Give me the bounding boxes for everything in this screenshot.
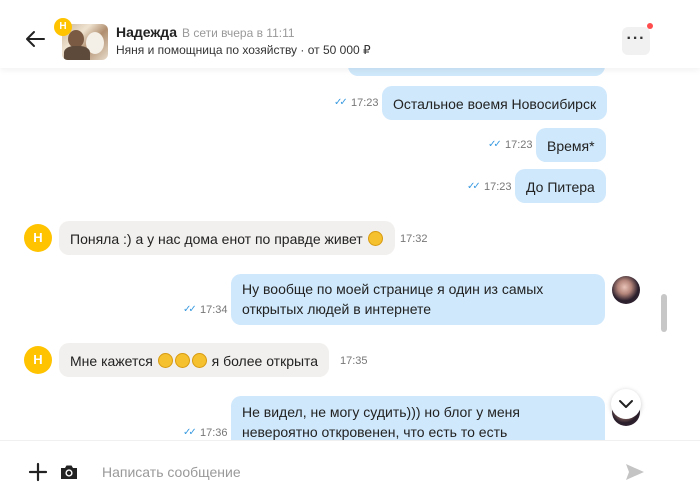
chat-header: Н Надежда В сети вчера в 11:11 Няня и по…: [0, 0, 700, 68]
message-text: Мне кажется: [70, 353, 153, 369]
message-time: 17:34: [200, 304, 228, 316]
read-ticks-icon: ✓✓: [467, 181, 481, 192]
message-bubble-out[interactable]: Не видел, не могу судить))) но блог у ме…: [231, 396, 605, 440]
camera-icon[interactable]: [59, 462, 79, 482]
message-text: До Питера: [526, 179, 595, 195]
scrollbar-thumb[interactable]: [661, 294, 667, 332]
read-ticks-icon: ✓✓: [488, 139, 502, 150]
message-time: 17:36: [200, 427, 228, 439]
message-bubble-in[interactable]: Мне кажется я более открыта: [59, 343, 330, 377]
message-text: Поняла :) а у нас дома енот по правде жи…: [70, 231, 363, 247]
read-ticks-icon: ✓✓: [183, 427, 197, 438]
message-text: Время*: [547, 138, 595, 154]
contact-subtitle: Няня и помощница по хозяйству · от 50 00…: [116, 43, 371, 57]
message-bubble-out-partial: [348, 68, 605, 76]
message-bubble-out[interactable]: Время*: [536, 128, 606, 162]
message-composer: [0, 440, 700, 504]
more-menu-button[interactable]: ···: [622, 27, 650, 55]
message-input[interactable]: [96, 458, 596, 486]
read-ticks-icon: ✓✓: [183, 304, 197, 315]
message-time: 17:23: [351, 97, 379, 109]
message-time: 17:23: [484, 181, 512, 193]
message-bubble-in[interactable]: Поняла :) а у нас дома енот по правде жи…: [59, 221, 395, 255]
contact-avatar[interactable]: Н: [54, 18, 110, 62]
message-text: я более открыта: [211, 353, 319, 369]
rofl-emoji-icon: [367, 231, 383, 246]
send-icon[interactable]: [624, 461, 646, 483]
contact-status: В сети вчера в 11:11: [182, 26, 295, 40]
user-avatar[interactable]: [612, 276, 640, 304]
contact-initial-badge: Н: [54, 18, 72, 36]
message-text: Остальное воемя Новосибирск: [393, 96, 597, 112]
message-bubble-out[interactable]: До Питера: [515, 169, 606, 203]
arrow-left-icon[interactable]: [24, 28, 46, 50]
message-bubble-out[interactable]: Остальное воемя Новосибирск: [382, 86, 608, 120]
contact-initial-avatar[interactable]: Н: [24, 224, 52, 252]
message-time: 17:23: [505, 139, 533, 151]
rofl-emoji-icon: [157, 353, 173, 368]
plus-icon[interactable]: [28, 462, 48, 482]
more-dots-icon: ···: [626, 30, 646, 47]
message-text-line: Не видел, не могу судить))) но блог у ме…: [242, 404, 520, 420]
message-text-line: открытых людей в интернете: [242, 301, 432, 317]
read-ticks-icon: ✓✓: [334, 97, 348, 108]
contact-initial-avatar[interactable]: Н: [24, 346, 52, 374]
notification-dot: [647, 23, 653, 29]
message-bubble-out[interactable]: Ну вообще по моей странице я один из сам…: [231, 274, 605, 325]
message-list[interactable]: ✓✓ 17:23 Остальное воемя Новосибирск ✓✓ …: [0, 68, 700, 440]
scroll-to-bottom-button[interactable]: [611, 389, 641, 419]
chevron-down-icon: [619, 400, 633, 408]
message-text-line: невероятно откровенен, что есть то есть: [242, 424, 508, 440]
rofl-emoji-icon: [174, 353, 190, 368]
rofl-emoji-icon: [191, 353, 207, 368]
message-time: 17:35: [340, 355, 368, 367]
message-text-line: Ну вообще по моей странице я один из сам…: [242, 281, 544, 297]
message-time: 17:32: [400, 233, 428, 245]
contact-name[interactable]: Надежда: [116, 24, 177, 40]
